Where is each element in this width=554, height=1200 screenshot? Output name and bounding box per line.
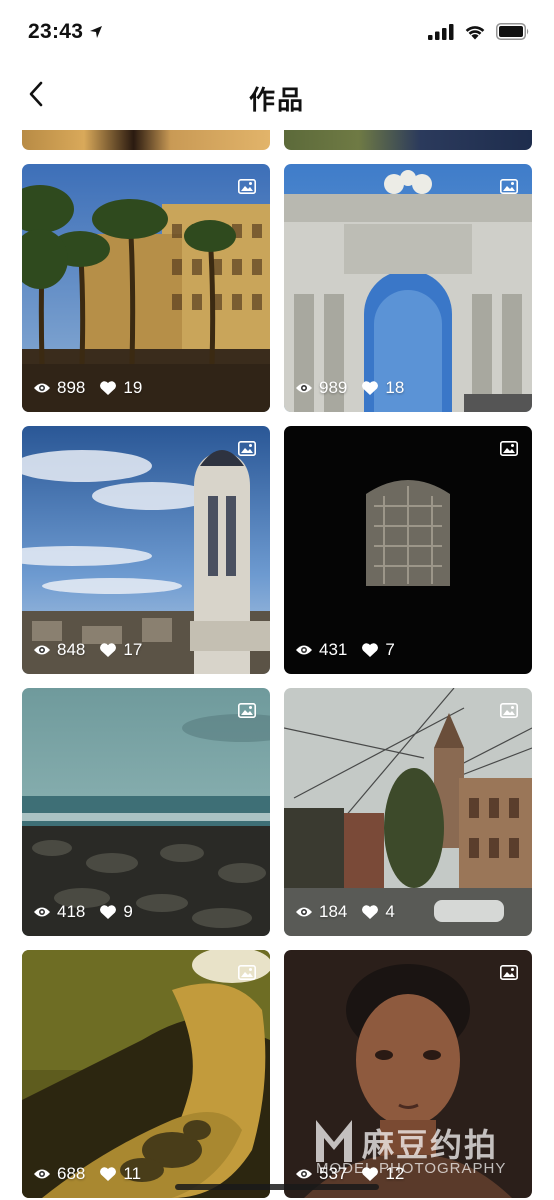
- work-stats: 431 7: [295, 640, 395, 660]
- work-photo-street: [284, 688, 532, 936]
- image-icon: [500, 179, 518, 194]
- work-stats: 688 11: [33, 1164, 141, 1184]
- status-bar: 23:43: [0, 0, 554, 66]
- like-count: 4: [385, 902, 395, 921]
- work-photo-tower: [22, 426, 270, 674]
- screen: 23:43 作品 898 19 989 18 848 17 431 7 418 …: [0, 0, 554, 1200]
- image-icon: [500, 965, 518, 980]
- work-photo-palm-square: [22, 164, 270, 412]
- view-count: 418: [57, 902, 86, 921]
- heart-icon: [100, 643, 117, 657]
- work-stats: 989 18: [295, 378, 404, 398]
- like-count: 17: [123, 640, 143, 659]
- work-stats: 184 4: [295, 902, 395, 922]
- like-count: 7: [385, 640, 395, 659]
- image-icon: [500, 441, 518, 456]
- eye-icon: [34, 383, 50, 393]
- image-icon: [238, 965, 256, 980]
- like-count: 19: [123, 378, 143, 397]
- work-tile[interactable]: 898 19: [22, 164, 270, 412]
- heart-icon: [362, 643, 379, 657]
- work-tile[interactable]: 688 11: [22, 950, 270, 1198]
- work-photo-tattoo-arm: [22, 950, 270, 1198]
- work-photo-arch: [284, 164, 532, 412]
- view-count: 898: [57, 378, 86, 397]
- view-count: 184: [319, 902, 348, 921]
- image-icon: [500, 703, 518, 718]
- eye-icon: [34, 907, 50, 917]
- eye-icon: [296, 383, 312, 393]
- eye-icon: [296, 907, 312, 917]
- view-count: 688: [57, 1164, 86, 1183]
- like-count: 9: [123, 902, 133, 921]
- image-icon: [238, 703, 256, 718]
- home-indicator: [175, 1184, 379, 1190]
- work-tile[interactable]: 431 7: [284, 426, 532, 674]
- eye-icon: [34, 645, 50, 655]
- watermark-brand-en: MODEL PHOTOGRAPHY: [316, 1160, 507, 1177]
- view-count: 989: [319, 378, 348, 397]
- view-count: 848: [57, 640, 86, 659]
- location-arrow-icon: [90, 26, 103, 38]
- work-tile-partial-left[interactable]: [22, 130, 270, 150]
- image-icon: [238, 441, 256, 456]
- watermark: 麻豆约拍 MODEL PHOTOGRAPHY: [314, 1116, 534, 1177]
- wifi-icon: [465, 25, 485, 39]
- nav-bar: 作品: [0, 66, 554, 126]
- page-title: 作品: [248, 85, 305, 115]
- heart-icon: [100, 381, 117, 395]
- work-photo-dark-window: [284, 426, 532, 674]
- like-count: 18: [385, 378, 405, 397]
- eye-icon: [34, 1169, 50, 1179]
- work-tile[interactable]: 848 17: [22, 426, 270, 674]
- status-indicators: [428, 23, 530, 40]
- image-icon: [238, 179, 256, 194]
- work-tile[interactable]: 418 9: [22, 688, 270, 936]
- heart-icon: [362, 905, 379, 919]
- work-tile[interactable]: 989 18: [284, 164, 532, 412]
- work-tile[interactable]: 184 4: [284, 688, 532, 936]
- work-tile-partial-right[interactable]: [284, 130, 532, 150]
- heart-icon: [100, 905, 117, 919]
- status-time-group: 23:43: [28, 20, 103, 44]
- view-count: 431: [319, 640, 348, 659]
- watermark-m-logo: [316, 1120, 352, 1162]
- work-stats: 848 17: [33, 640, 142, 660]
- eye-icon: [296, 1169, 312, 1179]
- work-stats: 418 9: [33, 902, 133, 922]
- status-time: 23:43: [28, 20, 84, 43]
- work-stats: 898 19: [33, 378, 142, 398]
- eye-icon: [296, 645, 312, 655]
- works-grid[interactable]: 898 19 989 18 848 17 431 7 418 9 184 4 6…: [0, 126, 554, 1200]
- signal-icon: [428, 23, 454, 40]
- work-photo-seashore: [22, 688, 270, 936]
- heart-icon: [100, 1167, 117, 1181]
- battery-icon: [496, 23, 529, 40]
- like-count: 11: [123, 1164, 142, 1183]
- heart-icon: [362, 381, 379, 395]
